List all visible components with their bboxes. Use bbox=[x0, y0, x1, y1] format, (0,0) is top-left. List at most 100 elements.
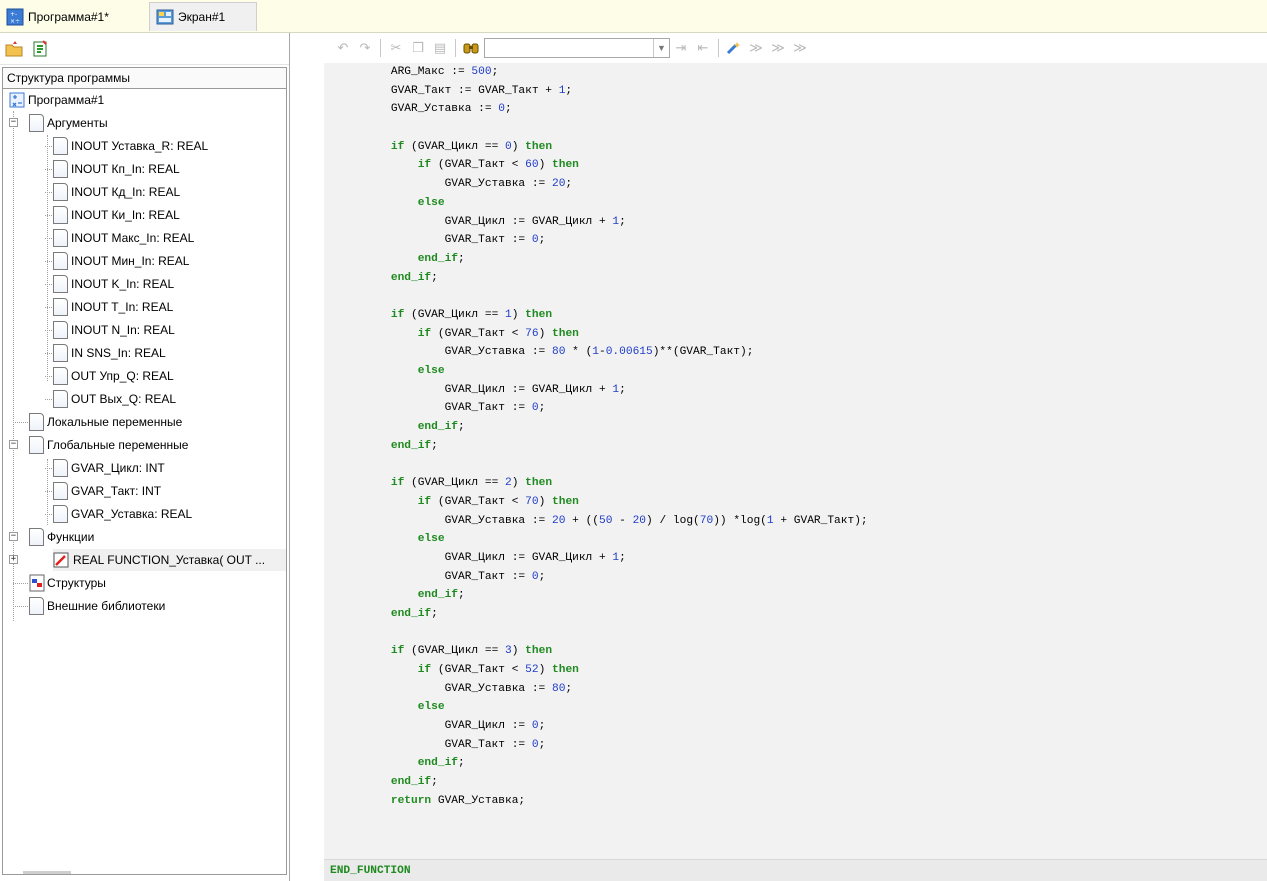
document-icon bbox=[53, 390, 68, 408]
toolbar-separator bbox=[718, 39, 719, 57]
code-line[interactable]: end_if; bbox=[324, 250, 1267, 269]
tree-connector bbox=[13, 583, 28, 584]
code-line[interactable]: end_if; bbox=[324, 269, 1267, 288]
code-line[interactable]: GVAR_Такт := 0; bbox=[324, 399, 1267, 418]
tree-item-argument[interactable]: INOUT N_In: REAL bbox=[45, 319, 286, 341]
code-line[interactable] bbox=[324, 119, 1267, 138]
find-icon[interactable] bbox=[460, 38, 482, 58]
tree-item-function[interactable]: + REAL FUNCTION_Уставка( OUT ... bbox=[9, 549, 286, 571]
code-line[interactable]: else bbox=[324, 194, 1267, 213]
tree-item-label: OUT Вых_Q: REAL bbox=[71, 392, 177, 406]
tree-item-argument[interactable]: INOUT K_In: REAL bbox=[45, 273, 286, 295]
code-line[interactable]: if (GVAR_Цикл == 2) then bbox=[324, 474, 1267, 493]
tree-connector bbox=[45, 238, 52, 239]
tab-program[interactable]: +- ×÷ Программа#1* bbox=[0, 2, 140, 31]
tree-item-argument[interactable]: OUT Вых_Q: REAL bbox=[45, 388, 286, 410]
new-item-icon[interactable] bbox=[30, 39, 50, 59]
tree-node-globals[interactable]: − Глобальные переменные bbox=[9, 434, 286, 456]
tree-item-global[interactable]: GVAR_Цикл: INT bbox=[45, 457, 286, 479]
tree-item-global[interactable]: GVAR_Такт: INT bbox=[45, 480, 286, 502]
code-line[interactable]: GVAR_Цикл := GVAR_Цикл + 1; bbox=[324, 381, 1267, 400]
code-line[interactable]: GVAR_Уставка := 80; bbox=[324, 680, 1267, 699]
code-lines[interactable]: ARG_Макс := 500; GVAR_Такт := GVAR_Такт … bbox=[324, 63, 1267, 811]
code-line[interactable]: end_if; bbox=[324, 754, 1267, 773]
code-line[interactable] bbox=[324, 287, 1267, 306]
tree-node-structures[interactable]: Структуры bbox=[13, 572, 286, 594]
code-line[interactable]: else bbox=[324, 530, 1267, 549]
unindent-icon[interactable]: ⇤ bbox=[692, 38, 714, 58]
code-line[interactable]: GVAR_Такт := 0; bbox=[324, 568, 1267, 587]
collapse-icon[interactable]: − bbox=[9, 118, 18, 127]
tree-node-external-libraries[interactable]: Внешние библиотеки bbox=[13, 595, 286, 617]
code-line[interactable]: if (GVAR_Такт < 60) then bbox=[324, 156, 1267, 175]
code-line[interactable] bbox=[324, 624, 1267, 643]
code-line[interactable]: if (GVAR_Такт < 76) then bbox=[324, 325, 1267, 344]
tree-node-locals[interactable]: Локальные переменные bbox=[13, 411, 286, 433]
end-function-line[interactable]: END_FUNCTION bbox=[324, 859, 1267, 881]
tree-connector bbox=[45, 468, 52, 469]
code-line[interactable]: GVAR_Цикл := GVAR_Цикл + 1; bbox=[324, 213, 1267, 232]
horizontal-scrollbar[interactable] bbox=[23, 871, 71, 874]
code-line[interactable]: GVAR_Уставка := 0; bbox=[324, 100, 1267, 119]
chevron-down-icon[interactable]: ▼ bbox=[653, 39, 669, 57]
tree-item-argument[interactable]: INOUT Макс_In: REAL bbox=[45, 227, 286, 249]
tree-item-argument[interactable]: INOUT Кд_In: REAL bbox=[45, 181, 286, 203]
code-line[interactable]: if (GVAR_Цикл == 3) then bbox=[324, 642, 1267, 661]
tree-item-argument[interactable]: INOUT Уставка_R: REAL bbox=[45, 135, 286, 157]
tree-item-global[interactable]: GVAR_Уставка: REAL bbox=[45, 503, 286, 525]
expand-icon[interactable]: + bbox=[9, 555, 18, 564]
code-line[interactable]: end_if; bbox=[324, 418, 1267, 437]
code-line[interactable]: GVAR_Цикл := GVAR_Цикл + 1; bbox=[324, 549, 1267, 568]
cut-icon[interactable]: ✂ bbox=[385, 38, 407, 58]
screen-icon bbox=[156, 8, 174, 26]
code-line[interactable]: GVAR_Такт := GVAR_Такт + 1; bbox=[324, 82, 1267, 101]
bookmark-clear-icon[interactable]: ≫ bbox=[789, 38, 811, 58]
collapse-icon[interactable]: − bbox=[9, 440, 18, 449]
code-line[interactable]: GVAR_Цикл := 0; bbox=[324, 717, 1267, 736]
tree-item-argument[interactable]: INOUT Кп_In: REAL bbox=[45, 158, 286, 180]
tree-item-argument[interactable]: IN SNS_In: REAL bbox=[45, 342, 286, 364]
code-line[interactable]: end_if; bbox=[324, 773, 1267, 792]
code-line[interactable]: GVAR_Уставка := 20; bbox=[324, 175, 1267, 194]
code-area[interactable]: ARG_Макс := 500; GVAR_Такт := GVAR_Такт … bbox=[324, 63, 1267, 881]
code-line[interactable]: return GVAR_Уставка; bbox=[324, 792, 1267, 811]
code-line[interactable]: end_if; bbox=[324, 586, 1267, 605]
code-line[interactable]: if (GVAR_Цикл == 0) then bbox=[324, 138, 1267, 157]
tree-item-argument[interactable]: OUT Упр_Q: REAL bbox=[45, 365, 286, 387]
tree-item-argument[interactable]: INOUT Мин_In: REAL bbox=[45, 250, 286, 272]
document-icon bbox=[29, 413, 44, 431]
undo-icon[interactable]: ↶ bbox=[332, 38, 354, 58]
code-line[interactable]: end_if; bbox=[324, 605, 1267, 624]
tree-item-argument[interactable]: INOUT Ки_In: REAL bbox=[45, 204, 286, 226]
collapse-icon[interactable]: − bbox=[9, 532, 18, 541]
redo-icon[interactable]: ↷ bbox=[354, 38, 376, 58]
code-line[interactable]: GVAR_Такт := 0; bbox=[324, 231, 1267, 250]
code-line[interactable]: else bbox=[324, 698, 1267, 717]
tree-item-label: REAL FUNCTION_Уставка( OUT ... bbox=[73, 553, 266, 567]
find-combobox[interactable]: ▼ bbox=[484, 38, 670, 58]
bookmark-prev-icon[interactable]: ≫ bbox=[767, 38, 789, 58]
code-line[interactable]: if (GVAR_Такт < 52) then bbox=[324, 661, 1267, 680]
tree-item-argument[interactable]: INOUT T_In: REAL bbox=[45, 296, 286, 318]
open-folder-icon[interactable] bbox=[4, 39, 24, 59]
paste-icon[interactable]: ▤ bbox=[429, 38, 451, 58]
tree-node-arguments[interactable]: − Аргументы bbox=[9, 112, 286, 134]
code-line[interactable]: GVAR_Такт := 0; bbox=[324, 736, 1267, 755]
editor-toolbar: ↶ ↷ ✂ ❐ ▤ ▼ ⇥ ⇤ ≫ ≫ ≫ bbox=[324, 33, 1267, 63]
bookmark-toggle-icon[interactable] bbox=[723, 38, 745, 58]
tree-root-program[interactable]: Программа#1 bbox=[9, 89, 286, 111]
code-line[interactable]: if (GVAR_Такт < 70) then bbox=[324, 493, 1267, 512]
code-line[interactable]: else bbox=[324, 362, 1267, 381]
tree-node-functions[interactable]: − Функции bbox=[9, 526, 286, 548]
indent-icon[interactable]: ⇥ bbox=[670, 38, 692, 58]
code-line[interactable]: end_if; bbox=[324, 437, 1267, 456]
bookmark-next-icon[interactable]: ≫ bbox=[745, 38, 767, 58]
code-line[interactable]: if (GVAR_Цикл == 1) then bbox=[324, 306, 1267, 325]
copy-icon[interactable]: ❐ bbox=[407, 38, 429, 58]
code-line[interactable]: ARG_Макс := 500; bbox=[324, 63, 1267, 82]
document-icon bbox=[53, 183, 68, 201]
code-line[interactable]: GVAR_Уставка := 80 * (1-0.00615)**(GVAR_… bbox=[324, 343, 1267, 362]
code-line[interactable] bbox=[324, 455, 1267, 474]
tab-screen[interactable]: Экран#1 bbox=[149, 2, 257, 31]
code-line[interactable]: GVAR_Уставка := 20 + ((50 - 20) / log(70… bbox=[324, 512, 1267, 531]
